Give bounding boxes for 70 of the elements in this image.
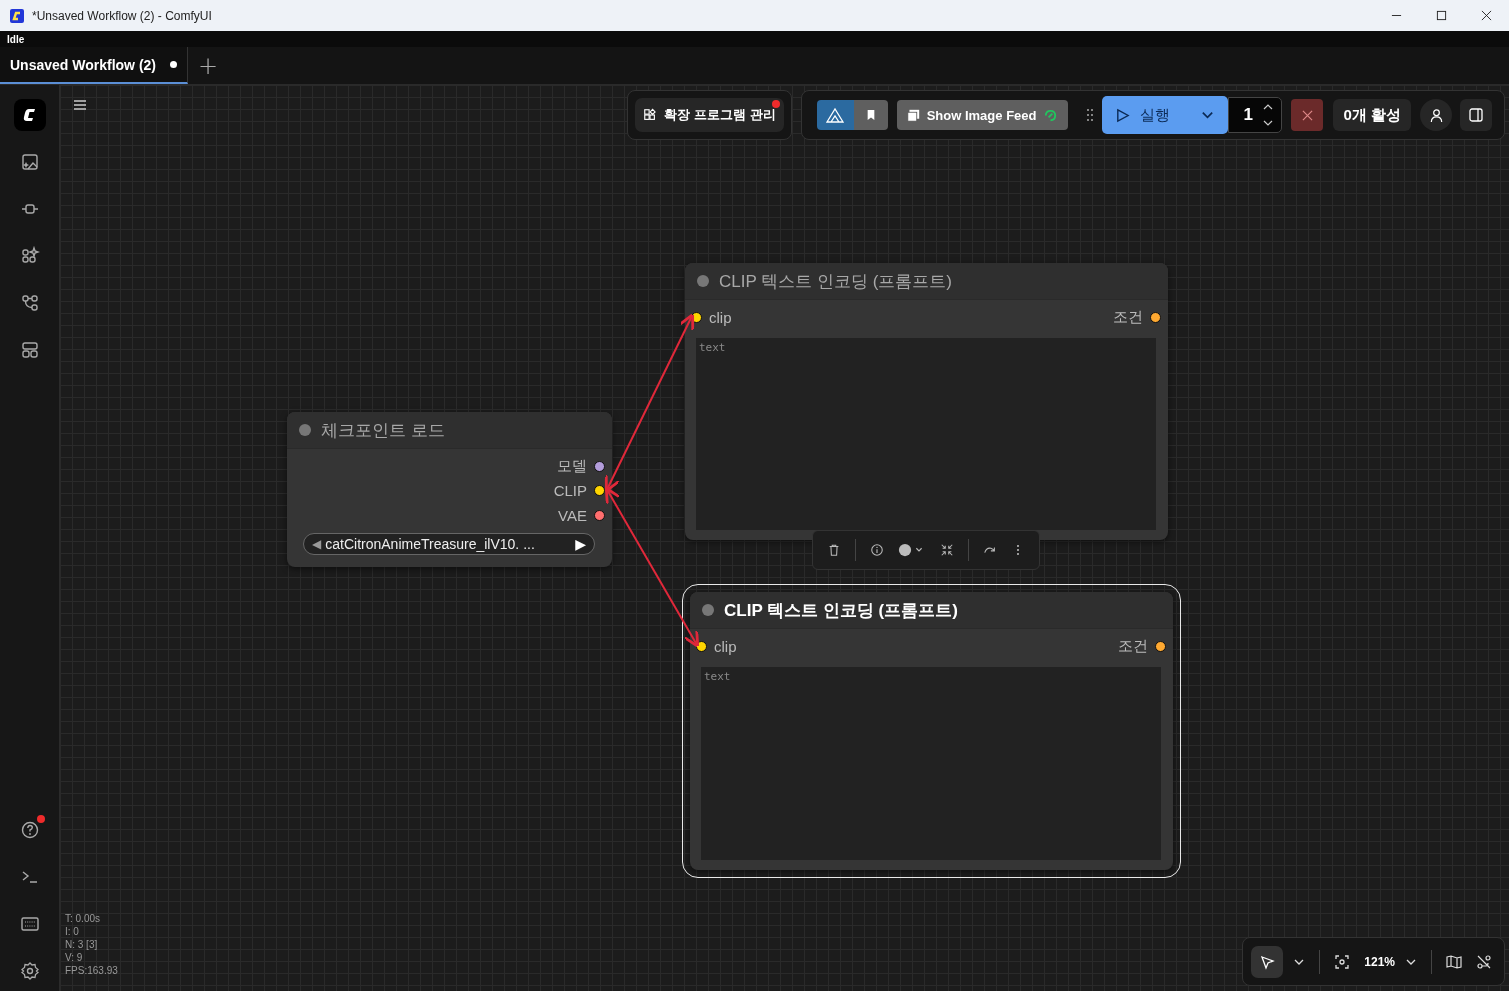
node-card[interactable]: CLIP 텍스트 인코딩 (프롬프트) clip 조건 text xyxy=(690,592,1173,870)
stats-text: FPS:163.93 xyxy=(65,964,118,977)
new-tab-button[interactable]: + xyxy=(188,47,229,84)
node-title: CLIP 텍스트 인코딩 (프롬프트) xyxy=(719,270,952,293)
output-label: 모델 xyxy=(557,456,587,476)
output-socket-icon[interactable] xyxy=(1155,640,1166,652)
batch-count-field[interactable]: 1 xyxy=(1228,97,1283,133)
template-icon[interactable] xyxy=(19,340,40,360)
zoom-level-button[interactable]: 121% xyxy=(1364,954,1395,969)
stats-text: V: 9 xyxy=(65,951,84,964)
node-card[interactable]: 체크포인트 로드 모델 CLIP VAE ◀ catCitronAnimeTreasure_ilV10. ... ▶ xyxy=(287,412,612,567)
help-icon[interactable] xyxy=(19,820,40,840)
map-icon[interactable] xyxy=(1446,953,1462,970)
menu-icon[interactable] xyxy=(72,97,88,113)
info-icon[interactable] xyxy=(870,543,884,557)
extensions-icon xyxy=(643,108,658,122)
loop-icon xyxy=(1043,107,1059,123)
nodes-icon[interactable] xyxy=(19,246,40,266)
output-label: 조건 xyxy=(1118,636,1148,656)
image-icon[interactable] xyxy=(19,152,40,172)
collapse-dot-icon[interactable] xyxy=(299,424,311,436)
output-label: VAE xyxy=(558,506,587,524)
bookmark-icon[interactable] xyxy=(853,100,888,130)
output-label: CLIP xyxy=(553,482,587,500)
input-label: clip xyxy=(714,637,737,655)
stepper-icon[interactable] xyxy=(1263,103,1274,127)
output-socket-icon[interactable] xyxy=(594,509,605,521)
mountain-icon[interactable] xyxy=(816,100,854,130)
trash-icon[interactable] xyxy=(827,543,841,557)
drag-handle-icon[interactable] xyxy=(1086,108,1095,122)
app-icon xyxy=(10,8,24,23)
node-card[interactable]: CLIP 텍스트 인코딩 (프롬프트) clip 조건 text xyxy=(685,263,1168,540)
output-socket-icon[interactable] xyxy=(594,485,605,497)
keyboard-icon[interactable] xyxy=(19,914,40,934)
text-field[interactable]: text xyxy=(696,337,1156,530)
stop-button[interactable] xyxy=(1291,99,1324,131)
user-icon[interactable] xyxy=(1420,99,1452,131)
input-socket-icon[interactable] xyxy=(696,640,707,652)
input-socket-icon[interactable] xyxy=(691,311,702,323)
collapse-dot-icon[interactable] xyxy=(702,604,714,616)
stats-text: I: 0 xyxy=(65,925,80,938)
window-title: *Unsaved Workflow (2) - ComfyUI xyxy=(32,8,212,23)
model-combo[interactable]: ◀ catCitronAnimeTreasure_ilV10. ... ▶ xyxy=(303,532,595,555)
hide-links-icon[interactable] xyxy=(1476,953,1492,970)
output-label: 조건 xyxy=(1113,307,1143,327)
workflow-icon[interactable] xyxy=(19,293,40,313)
workflow-tab[interactable]: Unsaved Workflow (2) xyxy=(0,47,188,84)
run-button[interactable]: 실행 xyxy=(1102,96,1191,134)
images-icon xyxy=(906,108,920,122)
node-title: CLIP 텍스트 인코딩 (프롬프트) xyxy=(724,599,958,622)
collapse-dot-icon[interactable] xyxy=(697,275,709,287)
pointer-tool-icon[interactable] xyxy=(1251,945,1284,978)
stats-text: N: 3 [3] xyxy=(65,938,99,951)
collapse-icon[interactable] xyxy=(940,543,954,557)
play-icon xyxy=(1115,107,1131,123)
panel-toggle-icon[interactable] xyxy=(1460,99,1492,131)
input-label: clip xyxy=(709,308,732,326)
status-text: Idle xyxy=(7,33,25,45)
image-feed-button[interactable]: Show Image Feed xyxy=(896,100,1069,130)
fit-view-icon[interactable] xyxy=(1334,953,1351,970)
settings-icon[interactable] xyxy=(19,961,40,981)
active-jobs-button[interactable]: 0개 활성 xyxy=(1333,99,1411,131)
output-socket-icon[interactable] xyxy=(594,460,605,472)
text-field[interactable]: text xyxy=(701,666,1161,860)
close-icon xyxy=(1302,109,1313,121)
output-socket-icon[interactable] xyxy=(1150,311,1161,323)
extensions-button[interactable]: 확장 프로그램 관리 xyxy=(635,98,784,132)
node-title: 체크포인트 로드 xyxy=(321,419,445,442)
logo-icon[interactable] xyxy=(13,99,46,131)
stats-text: T: 0.00s xyxy=(65,912,102,925)
